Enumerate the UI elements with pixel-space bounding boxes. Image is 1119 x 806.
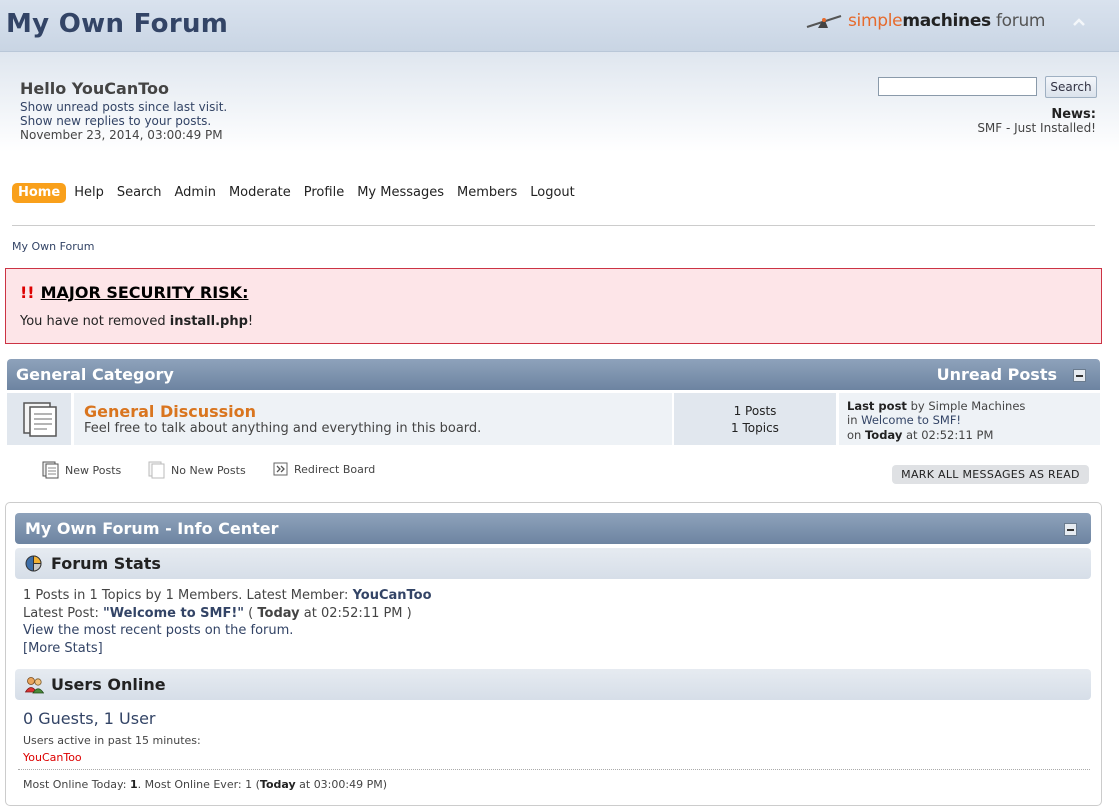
board-row: General Discussion Feel free to talk abo… — [7, 393, 1100, 445]
online-divider — [18, 769, 1090, 770]
users-online-header: Users Online — [15, 669, 1091, 700]
menu-item-search[interactable]: Search — [117, 183, 162, 203]
logo-text-forum: forum — [995, 11, 1046, 31]
search-button[interactable]: Search — [1045, 76, 1097, 98]
online-count-link[interactable]: 0 Guests, 1 User — [23, 709, 156, 728]
forum-stats-body: 1 Posts in 1 Topics by 1 Members. Latest… — [23, 588, 432, 658]
search-input[interactable] — [878, 77, 1037, 96]
last-post-label: Last post — [847, 399, 907, 413]
users-online-title[interactable]: Users Online — [51, 675, 166, 694]
no-new-posts-icon — [148, 461, 165, 479]
current-date: November 23, 2014, 03:00:49 PM — [20, 128, 223, 142]
breadcrumb[interactable]: My Own Forum — [12, 240, 95, 253]
forum-title: My Own Forum — [6, 9, 229, 39]
menu-item-members[interactable]: Members — [457, 183, 517, 203]
menu-item-help[interactable]: Help — [74, 183, 104, 203]
collapse-category-icon[interactable] — [1073, 369, 1086, 382]
new-replies-link[interactable]: Show new replies to your posts. — [20, 114, 211, 128]
security-warning-message: You have not removed install.php! — [20, 314, 254, 329]
info-center-title: My Own Forum - Info Center — [25, 519, 279, 538]
menu-item-logout[interactable]: Logout — [530, 183, 575, 203]
forum-stats-title[interactable]: Forum Stats — [51, 554, 161, 573]
recent-posts-link[interactable]: View the most recent posts on the forum. — [23, 622, 432, 640]
users-online-icon — [25, 677, 44, 694]
latest-member-link[interactable]: YouCanToo — [353, 588, 432, 603]
most-online-stats: Most Online Today: 1. Most Online Ever: … — [23, 778, 388, 791]
legend-no-new-posts: No New Posts — [148, 461, 246, 479]
more-stats-link[interactable]: [More Stats] — [23, 640, 432, 658]
collapse-header-icon[interactable] — [1070, 14, 1088, 32]
top-header: My Own Forum simplemachines forum — [0, 0, 1119, 52]
users-active-label: Users active in past 15 minutes: — [23, 734, 201, 747]
security-warning-title: !! MAJOR SECURITY RISK: — [20, 283, 249, 302]
install-file-name: install.php — [169, 314, 248, 329]
legend-redirect-board: Redirect Board — [273, 461, 375, 477]
menu-divider — [12, 225, 1095, 226]
new-posts-icon — [42, 461, 59, 479]
redirect-board-icon — [273, 462, 288, 476]
menu-item-moderate[interactable]: Moderate — [229, 183, 291, 203]
news-title: News: — [1051, 107, 1096, 122]
main-menu: Home Help Search Admin Moderate Profile … — [12, 182, 588, 204]
board-description: Feel free to talk about anything and eve… — [84, 421, 482, 436]
mark-all-read-button[interactable]: MARK ALL MESSAGES AS READ — [892, 465, 1089, 484]
category-header: General Category Unread Posts — [7, 359, 1100, 390]
warning-icon: !! — [20, 283, 35, 302]
smf-logo[interactable]: simplemachines forum — [806, 8, 1046, 34]
unread-posts-link[interactable]: Unread Posts — [937, 365, 1057, 384]
last-post-topic-link[interactable]: Welcome to SMF! — [861, 413, 961, 427]
pie-chart-icon — [25, 555, 42, 572]
security-warning: !! MAJOR SECURITY RISK: You have not remo… — [5, 268, 1102, 344]
category-title[interactable]: General Category — [16, 365, 174, 384]
menu-item-my-messages[interactable]: My Messages — [357, 183, 444, 203]
collapse-info-center-icon[interactable] — [1064, 523, 1077, 536]
board-topics-count: 1 Topics — [731, 421, 779, 435]
online-user-link[interactable]: YouCanToo — [23, 751, 82, 764]
smf-logo-icon — [806, 15, 842, 28]
board-last-post: Last post by Simple Machines in Welcome … — [839, 393, 1100, 445]
board-posts-count: 1 Posts — [733, 404, 777, 418]
latest-post-link[interactable]: "Welcome to SMF!" — [103, 606, 244, 621]
forum-stats-header: Forum Stats — [15, 548, 1091, 579]
news-text: SMF - Just Installed! — [977, 121, 1096, 135]
unread-posts-link[interactable]: Show unread posts since last visit. — [20, 100, 227, 114]
user-greeting: Hello YouCanToo — [20, 79, 169, 98]
menu-item-profile[interactable]: Profile — [304, 183, 344, 203]
info-center-header: My Own Forum - Info Center — [15, 513, 1091, 544]
logo-text-machines: machines — [902, 11, 991, 31]
menu-item-home[interactable]: Home — [12, 183, 67, 203]
menu-item-admin[interactable]: Admin — [175, 183, 216, 203]
board-no-new-posts-icon[interactable] — [21, 400, 59, 438]
legend-new-posts: New Posts — [42, 461, 121, 479]
last-post-author: by Simple Machines — [906, 399, 1026, 413]
board-name-link[interactable]: General Discussion — [84, 402, 256, 421]
logo-text-simple: simple — [848, 11, 903, 31]
